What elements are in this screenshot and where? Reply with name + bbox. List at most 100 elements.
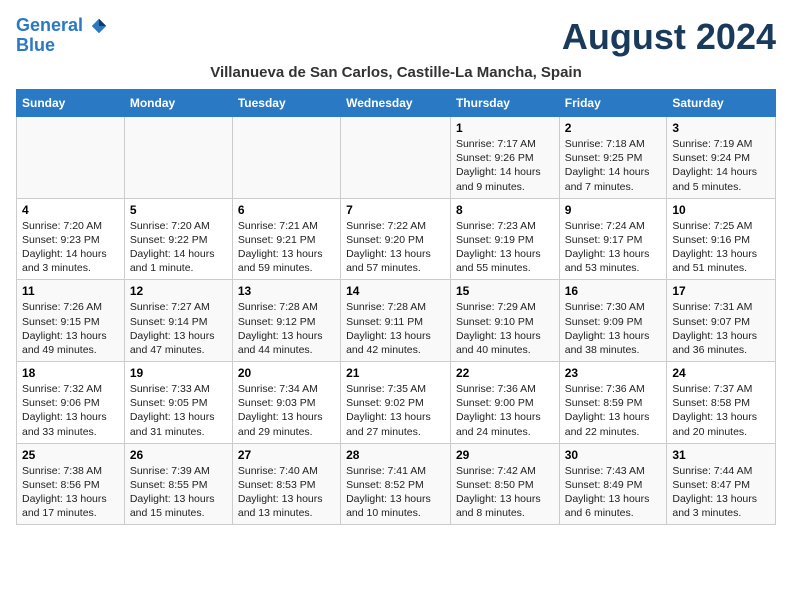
day-info: Sunrise: 7:37 AM Sunset: 8:58 PM Dayligh… xyxy=(672,382,770,439)
day-number: 29 xyxy=(456,448,554,462)
weekday-header-thursday: Thursday xyxy=(450,90,559,117)
title-section: August 2024 xyxy=(562,16,776,58)
calendar-cell: 1 Sunrise: 7:17 AM Sunset: 9:26 PM Daylig… xyxy=(450,117,559,199)
weekday-header-wednesday: Wednesday xyxy=(341,90,451,117)
day-number: 19 xyxy=(130,366,227,380)
day-info: Sunrise: 7:30 AM Sunset: 9:09 PM Dayligh… xyxy=(565,300,662,357)
month-title: August 2024 xyxy=(562,16,776,58)
day-info: Sunrise: 7:43 AM Sunset: 8:49 PM Dayligh… xyxy=(565,464,662,521)
calendar-cell: 22 Sunrise: 7:36 AM Sunset: 9:00 PM Dayli… xyxy=(450,362,559,444)
calendar-cell: 13 Sunrise: 7:28 AM Sunset: 9:12 PM Dayli… xyxy=(232,280,340,362)
weekday-header-monday: Monday xyxy=(124,90,232,117)
day-info: Sunrise: 7:34 AM Sunset: 9:03 PM Dayligh… xyxy=(238,382,335,439)
day-number: 18 xyxy=(22,366,119,380)
calendar-cell xyxy=(124,117,232,199)
calendar-cell: 21Sunrise: 7:35 AM Sunset: 9:02 PM Dayli… xyxy=(341,362,451,444)
calendar-table: SundayMondayTuesdayWednesdayThursdayFrid… xyxy=(16,89,776,525)
calendar-cell: 23 Sunrise: 7:36 AM Sunset: 8:59 PM Dayli… xyxy=(559,362,667,444)
logo-blue: Blue xyxy=(16,35,55,55)
day-info: Sunrise: 7:41 AM Sunset: 8:52 PM Dayligh… xyxy=(346,464,445,521)
day-info: Sunrise: 7:40 AM Sunset: 8:53 PM Dayligh… xyxy=(238,464,335,521)
day-info: Sunrise: 7:21 AM Sunset: 9:21 PM Dayligh… xyxy=(238,219,335,276)
day-number: 16 xyxy=(565,284,662,298)
calendar-cell: 10 Sunrise: 7:25 AM Sunset: 9:16 PM Dayli… xyxy=(667,198,776,280)
day-number: 17 xyxy=(672,284,770,298)
calendar-cell: 30 Sunrise: 7:43 AM Sunset: 8:49 PM Dayli… xyxy=(559,443,667,525)
day-info: Sunrise: 7:44 AM Sunset: 8:47 PM Dayligh… xyxy=(672,464,770,521)
calendar-cell: 11Sunrise: 7:26 AM Sunset: 9:15 PM Dayli… xyxy=(17,280,125,362)
day-info: Sunrise: 7:38 AM Sunset: 8:56 PM Dayligh… xyxy=(22,464,119,521)
day-info: Sunrise: 7:31 AM Sunset: 9:07 PM Dayligh… xyxy=(672,300,770,357)
day-number: 21 xyxy=(346,366,445,380)
calendar-cell: 24 Sunrise: 7:37 AM Sunset: 8:58 PM Dayli… xyxy=(667,362,776,444)
logo-general: General xyxy=(16,15,83,35)
day-number: 25 xyxy=(22,448,119,462)
day-info: Sunrise: 7:28 AM Sunset: 9:11 PM Dayligh… xyxy=(346,300,445,357)
calendar-cell: 7 Sunrise: 7:22 AM Sunset: 9:20 PM Daylig… xyxy=(341,198,451,280)
day-number: 3 xyxy=(672,121,770,135)
day-number: 1 xyxy=(456,121,554,135)
calendar-cell: 3 Sunrise: 7:19 AM Sunset: 9:24 PM Daylig… xyxy=(667,117,776,199)
calendar-cell: 6 Sunrise: 7:21 AM Sunset: 9:21 PM Daylig… xyxy=(232,198,340,280)
calendar-cell: 15 Sunrise: 7:29 AM Sunset: 9:10 PM Dayli… xyxy=(450,280,559,362)
calendar-cell xyxy=(232,117,340,199)
calendar-cell: 17 Sunrise: 7:31 AM Sunset: 9:07 PM Dayli… xyxy=(667,280,776,362)
day-info: Sunrise: 7:17 AM Sunset: 9:26 PM Dayligh… xyxy=(456,137,554,194)
day-number: 28 xyxy=(346,448,445,462)
day-info: Sunrise: 7:26 AM Sunset: 9:15 PM Dayligh… xyxy=(22,300,119,357)
day-number: 27 xyxy=(238,448,335,462)
weekday-header-sunday: Sunday xyxy=(17,90,125,117)
calendar-cell: 27 Sunrise: 7:40 AM Sunset: 8:53 PM Dayli… xyxy=(232,443,340,525)
day-number: 13 xyxy=(238,284,335,298)
calendar-cell: 18 Sunrise: 7:32 AM Sunset: 9:06 PM Dayli… xyxy=(17,362,125,444)
day-info: Sunrise: 7:24 AM Sunset: 9:17 PM Dayligh… xyxy=(565,219,662,276)
day-info: Sunrise: 7:27 AM Sunset: 9:14 PM Dayligh… xyxy=(130,300,227,357)
day-info: Sunrise: 7:36 AM Sunset: 8:59 PM Dayligh… xyxy=(565,382,662,439)
calendar-cell: 14 Sunrise: 7:28 AM Sunset: 9:11 PM Dayli… xyxy=(341,280,451,362)
day-number: 10 xyxy=(672,203,770,217)
day-info: Sunrise: 7:20 AM Sunset: 9:23 PM Dayligh… xyxy=(22,219,119,276)
day-number: 12 xyxy=(130,284,227,298)
day-number: 20 xyxy=(238,366,335,380)
calendar-cell: 19 Sunrise: 7:33 AM Sunset: 9:05 PM Dayli… xyxy=(124,362,232,444)
day-info: Sunrise: 7:19 AM Sunset: 9:24 PM Dayligh… xyxy=(672,137,770,194)
day-number: 14 xyxy=(346,284,445,298)
calendar-cell: 2 Sunrise: 7:18 AM Sunset: 9:25 PM Daylig… xyxy=(559,117,667,199)
day-info: Sunrise: 7:20 AM Sunset: 9:22 PM Dayligh… xyxy=(130,219,227,276)
day-number: 26 xyxy=(130,448,227,462)
day-info: Sunrise: 7:28 AM Sunset: 9:12 PM Dayligh… xyxy=(238,300,335,357)
calendar-cell: 5 Sunrise: 7:20 AM Sunset: 9:22 PM Daylig… xyxy=(124,198,232,280)
day-number: 15 xyxy=(456,284,554,298)
logo: General Blue xyxy=(16,16,108,56)
day-number: 23 xyxy=(565,366,662,380)
day-number: 31 xyxy=(672,448,770,462)
calendar-cell: 25 Sunrise: 7:38 AM Sunset: 8:56 PM Dayli… xyxy=(17,443,125,525)
day-number: 6 xyxy=(238,203,335,217)
day-info: Sunrise: 7:18 AM Sunset: 9:25 PM Dayligh… xyxy=(565,137,662,194)
calendar-cell: 12 Sunrise: 7:27 AM Sunset: 9:14 PM Dayli… xyxy=(124,280,232,362)
calendar-cell: 4 Sunrise: 7:20 AM Sunset: 9:23 PM Daylig… xyxy=(17,198,125,280)
day-number: 8 xyxy=(456,203,554,217)
calendar-cell: 9Sunrise: 7:24 AM Sunset: 9:17 PM Daylig… xyxy=(559,198,667,280)
day-number: 22 xyxy=(456,366,554,380)
calendar-cell: 29Sunrise: 7:42 AM Sunset: 8:50 PM Dayli… xyxy=(450,443,559,525)
day-info: Sunrise: 7:39 AM Sunset: 8:55 PM Dayligh… xyxy=(130,464,227,521)
calendar-cell xyxy=(17,117,125,199)
day-number: 7 xyxy=(346,203,445,217)
calendar-cell xyxy=(341,117,451,199)
day-info: Sunrise: 7:23 AM Sunset: 9:19 PM Dayligh… xyxy=(456,219,554,276)
day-info: Sunrise: 7:22 AM Sunset: 9:20 PM Dayligh… xyxy=(346,219,445,276)
day-number: 5 xyxy=(130,203,227,217)
day-number: 24 xyxy=(672,366,770,380)
day-info: Sunrise: 7:25 AM Sunset: 9:16 PM Dayligh… xyxy=(672,219,770,276)
day-info: Sunrise: 7:36 AM Sunset: 9:00 PM Dayligh… xyxy=(456,382,554,439)
day-number: 2 xyxy=(565,121,662,135)
day-info: Sunrise: 7:32 AM Sunset: 9:06 PM Dayligh… xyxy=(22,382,119,439)
day-number: 30 xyxy=(565,448,662,462)
day-info: Sunrise: 7:33 AM Sunset: 9:05 PM Dayligh… xyxy=(130,382,227,439)
weekday-header-friday: Friday xyxy=(559,90,667,117)
day-info: Sunrise: 7:29 AM Sunset: 9:10 PM Dayligh… xyxy=(456,300,554,357)
calendar-cell: 16 Sunrise: 7:30 AM Sunset: 9:09 PM Dayli… xyxy=(559,280,667,362)
day-number: 4 xyxy=(22,203,119,217)
calendar-cell: 31 Sunrise: 7:44 AM Sunset: 8:47 PM Dayli… xyxy=(667,443,776,525)
